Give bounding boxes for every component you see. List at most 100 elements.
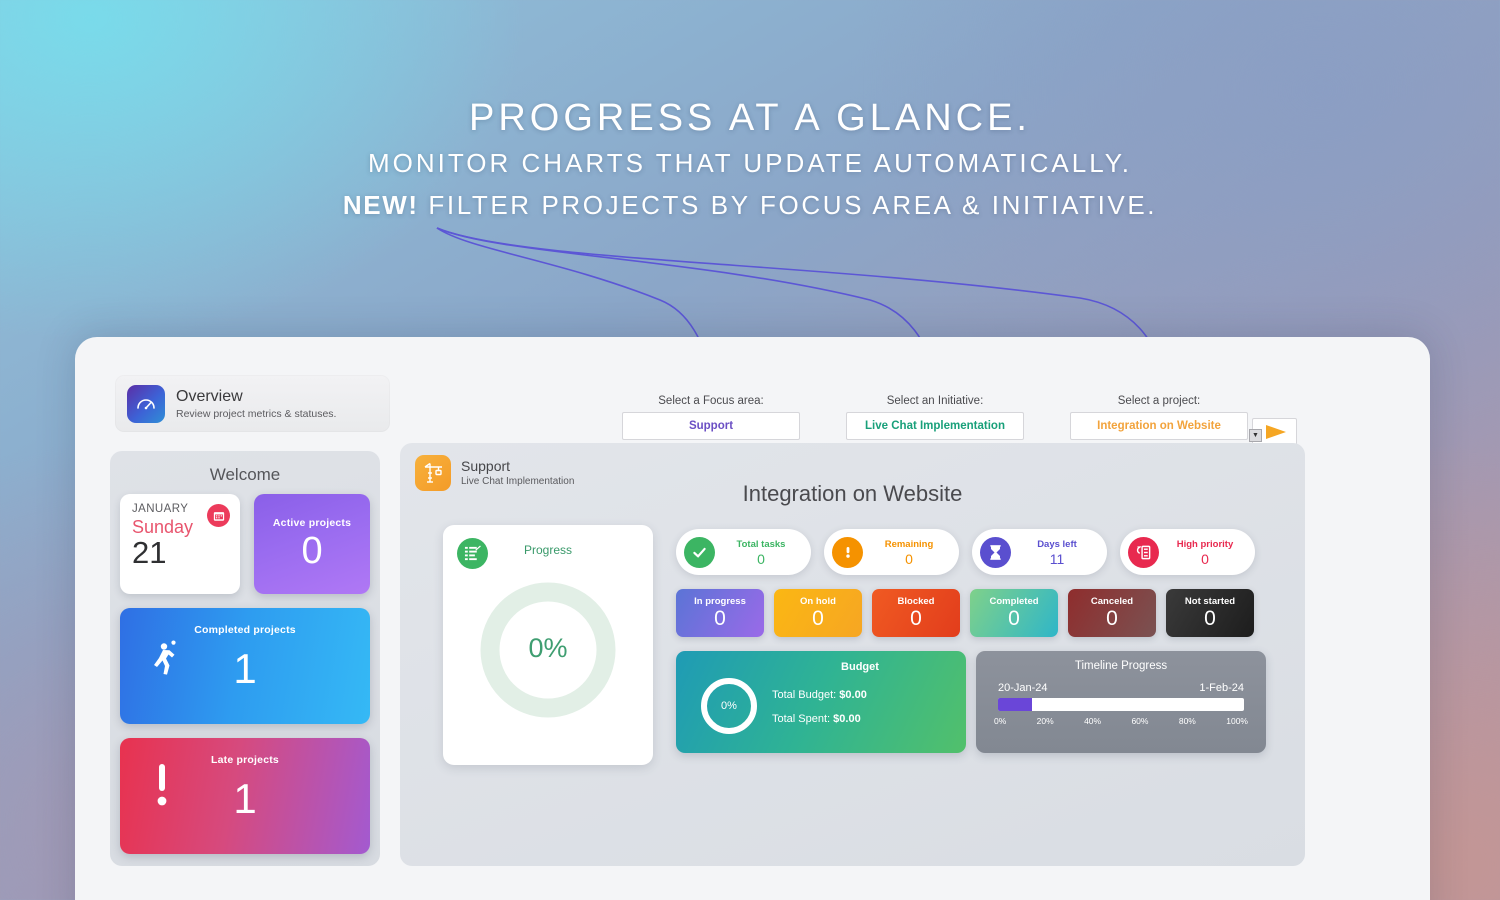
chip-not-started-label: Not started bbox=[1184, 595, 1236, 607]
project-value[interactable]: Integration on Website bbox=[1070, 412, 1248, 440]
focus-area-selector[interactable]: Select a Focus area: Support bbox=[622, 395, 800, 440]
timeline-tick: 20% bbox=[1036, 716, 1054, 726]
timeline-tick: 40% bbox=[1084, 716, 1102, 726]
timeline-start-date: 20-Jan-24 bbox=[998, 682, 1048, 694]
status-chip-row: In progress 0 On hold 0 Blocked 0 Comple… bbox=[676, 589, 1254, 637]
focus-area-label: Select a Focus area: bbox=[658, 395, 764, 407]
hero-line-3-text: FILTER PROJECTS BY FOCUS AREA & INITIATI… bbox=[418, 190, 1158, 220]
project-selector[interactable]: Select a project: Integration on Website bbox=[1070, 395, 1248, 440]
welcome-panel: Welcome JANUARY Sunday 21 Active project… bbox=[110, 451, 380, 866]
budget-total-label: Total Budget: bbox=[772, 689, 837, 701]
budget-total-line: Total Budget: $0.00 bbox=[772, 689, 867, 701]
kpi-remaining-label: Remaining bbox=[884, 538, 934, 550]
budget-spent-line: Total Spent: $0.00 bbox=[772, 713, 861, 725]
kpi-days-left-label: Days left bbox=[1037, 538, 1077, 550]
hero-line-1: PROGRESS AT A GLANCE. bbox=[469, 97, 1031, 139]
tile-active-value: 0 bbox=[301, 529, 323, 572]
kpi-total-tasks: Total tasks 0 bbox=[676, 529, 811, 575]
initiative-value[interactable]: Live Chat Implementation bbox=[846, 412, 1024, 440]
chip-on-hold-value: 0 bbox=[812, 606, 824, 630]
tile-late-label: Late projects bbox=[211, 754, 279, 766]
gauge-icon bbox=[127, 384, 165, 423]
project-label: Select a project: bbox=[1117, 395, 1201, 407]
tile-active-label: Active projects bbox=[272, 516, 352, 529]
calendar-card: JANUARY Sunday 21 bbox=[120, 494, 241, 594]
budget-percent: 0% bbox=[721, 700, 737, 712]
kpi-high-priority: High priority 0 bbox=[1120, 529, 1255, 575]
focus-area-value[interactable]: Support bbox=[622, 412, 800, 440]
timeline-ticks: 0% 20% 40% 60% 80% 100% bbox=[976, 711, 1266, 726]
timeline-dates: 20-Jan-24 1-Feb-24 bbox=[976, 672, 1266, 694]
chip-not-started-value: 0 bbox=[1204, 606, 1216, 630]
tile-late-value: 1 bbox=[233, 775, 257, 822]
dropdown-toggle-caret[interactable]: ▼ bbox=[1249, 429, 1262, 442]
timeline-end-date: 1-Feb-24 bbox=[1199, 682, 1244, 694]
hero-line-3: NEW! FILTER PROJECTS BY FOCUS AREA & INI… bbox=[0, 184, 1500, 226]
kpi-row: Total tasks 0 Remaining 0 Days left 11 H… bbox=[676, 529, 1255, 575]
chip-completed-value: 0 bbox=[1008, 606, 1020, 630]
initiative-label: Select an Initiative: bbox=[886, 395, 984, 407]
play-arrow-icon bbox=[1265, 425, 1286, 439]
budget-total-value: $0.00 bbox=[839, 689, 867, 701]
initiative-selector[interactable]: Select an Initiative: Live Chat Implemen… bbox=[846, 395, 1024, 440]
chip-canceled: Canceled 0 bbox=[1068, 589, 1156, 637]
kpi-days-left: Days left 11 bbox=[972, 529, 1107, 575]
budget-title: Budget bbox=[841, 661, 879, 673]
timeline-bar-fill bbox=[998, 698, 1033, 711]
kpi-total-tasks-value: 0 bbox=[757, 550, 765, 567]
timeline-tick: 100% bbox=[1226, 716, 1248, 726]
tile-completed-projects: Completed projects 1 bbox=[120, 608, 370, 724]
chip-on-hold: On hold 0 bbox=[774, 589, 862, 637]
timeline-tick: 60% bbox=[1131, 716, 1149, 726]
project-focus-area: Support bbox=[461, 458, 511, 474]
timeline-bar bbox=[998, 698, 1244, 711]
overview-header[interactable]: Overview Review project metrics & status… bbox=[115, 375, 390, 432]
hero-text-block: PROGRESS AT A GLANCE. MONITOR CHARTS THA… bbox=[0, 96, 1500, 226]
kpi-days-left-value: 11 bbox=[1049, 550, 1065, 567]
calendar-date: 21 bbox=[132, 535, 167, 570]
dashboard-frame: Overview Review project metrics & status… bbox=[75, 337, 1430, 900]
budget-card: Budget 0% Total Budget: $0.00 Total Spen… bbox=[676, 651, 966, 753]
kpi-total-tasks-label: Total tasks bbox=[736, 538, 786, 550]
progress-label: Progress bbox=[523, 543, 573, 557]
chip-blocked: Blocked 0 bbox=[872, 589, 960, 637]
overview-subtitle: Review project metrics & statuses. bbox=[176, 407, 337, 420]
chip-canceled-value: 0 bbox=[1106, 606, 1118, 630]
tile-late-projects: Late projects 1 bbox=[120, 738, 370, 854]
tile-completed-value: 1 bbox=[233, 645, 257, 692]
overview-title: Overview bbox=[176, 387, 243, 405]
chip-in-progress-label: In progress bbox=[694, 595, 746, 607]
timeline-tick: 0% bbox=[994, 716, 1007, 726]
calendar-icon bbox=[207, 504, 231, 527]
chip-blocked-label: Blocked bbox=[897, 595, 935, 607]
hourglass-icon bbox=[980, 536, 1011, 568]
new-badge: NEW! bbox=[342, 190, 419, 220]
progress-value: 0% bbox=[528, 633, 568, 663]
tile-completed-label: Completed projects bbox=[194, 624, 296, 636]
budget-spent-label: Total Spent: bbox=[772, 713, 831, 725]
kpi-high-priority-value: 0 bbox=[1201, 550, 1209, 567]
budget-spent-value: $0.00 bbox=[833, 713, 861, 725]
chip-in-progress-value: 0 bbox=[714, 606, 726, 630]
chip-on-hold-label: On hold bbox=[800, 595, 836, 607]
timeline-title: Timeline Progress bbox=[1074, 660, 1168, 672]
priority-list-icon bbox=[1128, 536, 1159, 568]
chip-blocked-value: 0 bbox=[910, 606, 922, 630]
alert-circle-icon bbox=[832, 536, 863, 568]
check-circle-icon bbox=[684, 536, 715, 568]
timeline-card: Timeline Progress 20-Jan-24 1-Feb-24 0% … bbox=[976, 651, 1266, 753]
project-title: Integration on Website bbox=[742, 481, 963, 506]
tile-active-projects: Active projects 0 bbox=[254, 494, 370, 594]
kpi-high-priority-label: High priority bbox=[1176, 538, 1234, 550]
chip-not-started: Not started 0 bbox=[1166, 589, 1254, 637]
progress-card: Progress 0% bbox=[443, 525, 653, 765]
kpi-remaining: Remaining 0 bbox=[824, 529, 959, 575]
chip-completed: Completed 0 bbox=[970, 589, 1058, 637]
kpi-remaining-value: 0 bbox=[905, 550, 913, 567]
welcome-title: Welcome bbox=[209, 465, 281, 484]
chip-in-progress: In progress 0 bbox=[676, 589, 764, 637]
chip-canceled-label: Canceled bbox=[1090, 595, 1134, 607]
project-detail-panel: Support Live Chat Implementation Integra… bbox=[400, 443, 1305, 866]
hero-line-2: MONITOR CHARTS THAT UPDATE AUTOMATICALLY… bbox=[368, 148, 1132, 178]
timeline-tick: 80% bbox=[1178, 716, 1196, 726]
